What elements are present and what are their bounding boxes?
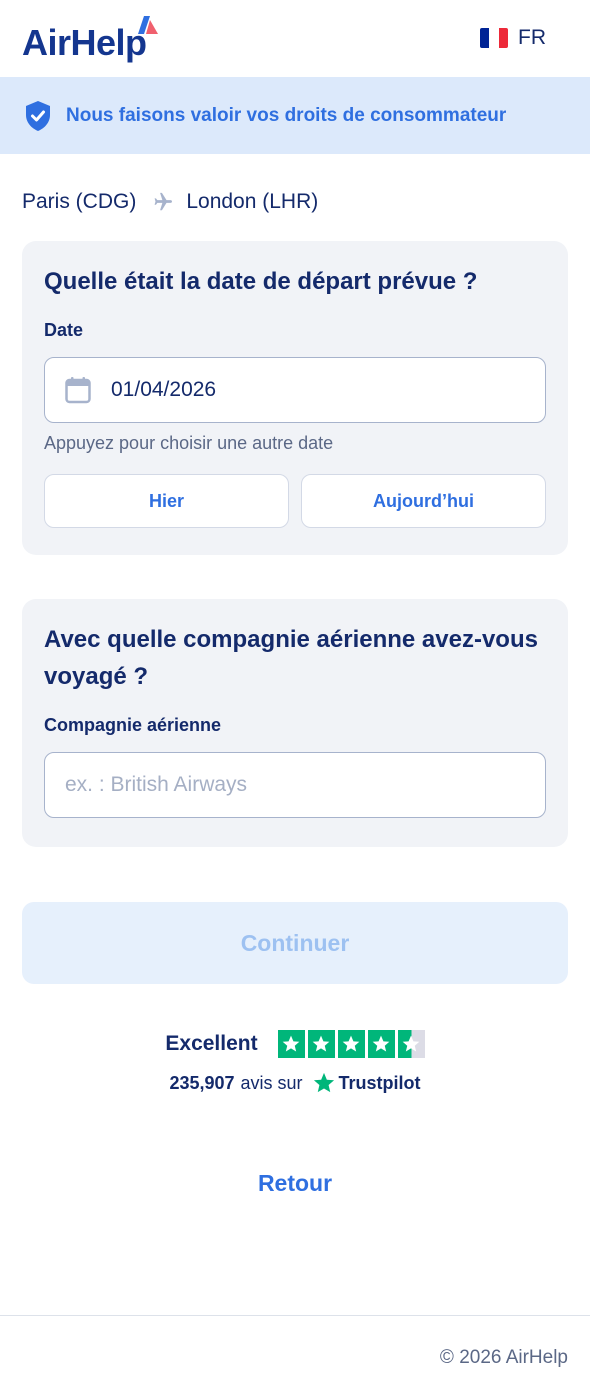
footer-divider [0, 1315, 590, 1316]
rating-label: Excellent [165, 1032, 258, 1055]
flight-route: Paris (CDG) London (LHR) [22, 190, 318, 214]
plane-icon [154, 192, 173, 211]
quick-date-buttons: Hier Aujourd’hui [44, 474, 546, 528]
date-question: Quelle était la date de départ prévue ? [44, 268, 478, 295]
half-star-icon [397, 1030, 425, 1058]
star-rating [277, 1030, 425, 1058]
calendar-icon [65, 377, 91, 404]
trustpilot-reviews: 235,907 avis sur Trustpilot [0, 1072, 590, 1094]
airhelp-logo[interactable]: AirHelp [22, 22, 147, 64]
continue-button[interactable]: Continuer [22, 902, 568, 984]
airline-question: Avec quelle compagnie aérienne avez-vous… [44, 626, 538, 690]
star-icon [277, 1030, 305, 1058]
airline-label: Compagnie aérienne [44, 715, 222, 735]
airline-placeholder: ex. : British Airways [65, 773, 248, 796]
trustpilot-brand[interactable]: Trustpilot [339, 1073, 421, 1094]
consumer-rights-banner: Nous faisons valoir vos droits de consom… [0, 77, 590, 154]
trustpilot-rating: Excellent [0, 1030, 590, 1058]
trustpilot-star-icon [313, 1072, 334, 1093]
departure-date-card: Quelle était la date de départ prévue ? … [22, 241, 568, 555]
star-icon [367, 1030, 395, 1058]
airline-card: Avec quelle compagnie aérienne avez-vous… [22, 599, 568, 847]
route-origin: Paris (CDG) [22, 190, 137, 213]
date-input[interactable]: 01/04/2026 [44, 357, 546, 423]
star-icon [307, 1030, 335, 1058]
france-flag-icon [480, 28, 508, 48]
today-button[interactable]: Aujourd’hui [301, 474, 546, 528]
language-code: FR [518, 26, 546, 49]
date-label: Date [44, 320, 84, 340]
route-destination: London (LHR) [186, 190, 319, 213]
language-selector[interactable]: FR [480, 26, 546, 50]
header: AirHelp FR [0, 0, 590, 77]
back-link[interactable]: Retour [0, 1170, 590, 1197]
airline-input[interactable]: ex. : British Airways [44, 752, 546, 818]
copyright: © 2026 AirHelp [439, 1347, 568, 1368]
review-count: 235,907 [169, 1072, 235, 1093]
date-hint: Appuyez pour choisir une autre date [44, 433, 334, 453]
reviews-text: avis sur [240, 1072, 303, 1093]
shield-check-icon [26, 100, 50, 131]
yesterday-button[interactable]: Hier [44, 474, 289, 528]
star-icon [337, 1030, 365, 1058]
logo-mark-icon [138, 16, 158, 34]
date-value: 01/04/2026 [111, 378, 217, 401]
banner-text: Nous faisons valoir vos droits de consom… [66, 104, 507, 126]
